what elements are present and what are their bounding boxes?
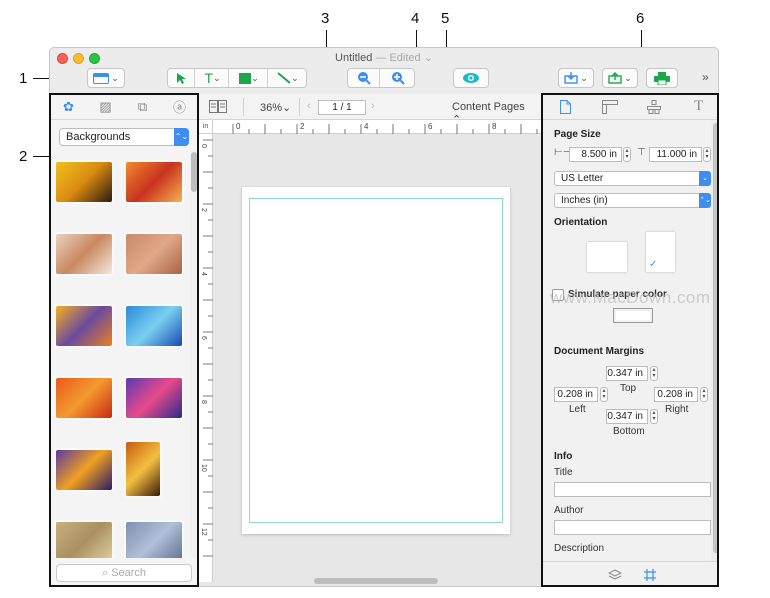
callout-1: 1 (19, 70, 28, 87)
ruler-label: 0 (200, 144, 207, 148)
arrow-pointer-icon (176, 73, 186, 84)
callout-4: 4 (411, 10, 420, 27)
ruler-label: 8 (492, 122, 497, 131)
canvas-area: 36%⌄ ‹ 1 / 1 › Content Pages ⌃⌄ in 0 2 4 6 8… (199, 94, 554, 586)
chevron-down-icon: ⌄ (213, 72, 221, 83)
callout-6: 6 (636, 10, 645, 27)
ruler-unit: in (199, 120, 213, 134)
chevron-right-icon: › (371, 100, 375, 112)
ruler-label: 12 (200, 528, 207, 536)
sidebar-layout-icon (93, 72, 110, 84)
print-button[interactable] (646, 68, 678, 88)
document-page[interactable] (242, 187, 510, 534)
ruler-label: 6 (200, 336, 207, 340)
edited-status[interactable]: — Edited ⌄ (375, 52, 433, 64)
chevron-down-icon: ⌄ (580, 72, 588, 83)
text-tool-icon: T (204, 70, 214, 86)
toolbar-overflow-button[interactable]: » (702, 70, 709, 84)
title-bar: Untitled — Edited ⌄ (50, 48, 718, 68)
book-pages-icon (209, 100, 227, 113)
previous-page-button[interactable]: ‹ (307, 100, 311, 112)
line-tool-button[interactable]: ⌄ (270, 69, 306, 87)
ruler-label: 6 (428, 122, 433, 131)
page-layout-toggle[interactable] (209, 100, 227, 113)
text-tool-button[interactable]: T ⌄ (197, 69, 230, 87)
chevron-left-icon: ‹ (307, 100, 311, 112)
zoom-segmented-control (347, 68, 415, 88)
next-page-button[interactable]: › (371, 100, 375, 112)
canvas-toolbar: 36%⌄ ‹ 1 / 1 › Content Pages ⌃⌄ (199, 94, 541, 126)
tools-segmented-control: T ⌄ ⌄ ⌄ (167, 68, 307, 88)
view-menu-button[interactable]: ⌄ (87, 68, 125, 88)
screenshot-stage: 1 2 3 4 5 6 Untitled — Edited ⌄ ⌄ T ⌄ ⌄ … (0, 0, 770, 598)
horizontal-ruler[interactable]: 0 2 4 6 8 (213, 120, 554, 134)
zoom-in-button[interactable] (382, 69, 414, 87)
divider (299, 98, 300, 116)
vertical-ruler[interactable]: 0 2 4 6 8 10 12 (199, 134, 213, 582)
preview-button[interactable] (453, 68, 489, 88)
minimize-window-button[interactable] (73, 53, 84, 64)
callout-2: 2 (19, 148, 28, 165)
ruler-label: 10 (200, 464, 207, 472)
window-title: Untitled (335, 52, 373, 64)
line-icon (277, 72, 291, 84)
chevron-down-icon: ⌄ (291, 72, 299, 83)
ruler-label: 4 (200, 272, 207, 276)
callout-2-line (33, 156, 49, 157)
chevron-down-icon: ⌄ (111, 72, 119, 83)
page-margin-guide (249, 198, 503, 523)
export-icon (608, 72, 622, 84)
ruler-label: 4 (364, 122, 369, 131)
canvas-horizontal-scrollbar[interactable] (314, 578, 438, 584)
chevron-down-icon: ⌄ (251, 72, 259, 83)
zoom-level-menu[interactable]: 36%⌄ (260, 101, 291, 114)
zoom-out-button[interactable] (348, 69, 381, 87)
highlight-library-panel (49, 93, 199, 587)
zoom-in-icon (392, 72, 405, 85)
shape-tool-button[interactable]: ⌄ (231, 69, 268, 87)
main-toolbar: ⌄ T ⌄ ⌄ ⌄ ⌄ ⌄ » (50, 68, 718, 92)
horizontal-ruler-ticks: 0 2 4 6 8 (232, 122, 554, 134)
vertical-ruler-ticks: 0 2 4 6 8 10 12 (200, 139, 213, 557)
divider (243, 98, 244, 116)
page-number-field[interactable]: 1 / 1 (318, 100, 366, 115)
zoom-window-button[interactable] (89, 53, 100, 64)
watermark: www.MacDown.com (550, 288, 711, 307)
zoom-out-icon (357, 72, 371, 85)
close-window-button[interactable] (57, 53, 68, 64)
ruler-label: 2 (200, 208, 207, 212)
export-button[interactable]: ⌄ (602, 68, 638, 88)
ruler-label: 8 (200, 400, 207, 404)
highlight-inspector-panel (541, 93, 719, 587)
callout-3: 3 (321, 10, 330, 27)
rectangle-icon (239, 72, 252, 84)
select-tool-button[interactable] (168, 69, 195, 87)
import-button[interactable]: ⌄ (558, 68, 594, 88)
chevron-down-icon: ⌄ (624, 72, 632, 83)
eye-icon (463, 73, 479, 83)
callout-5: 5 (441, 10, 450, 27)
ruler-label: 2 (300, 122, 305, 131)
ruler-label: 0 (236, 122, 241, 131)
printer-icon (654, 71, 670, 85)
import-icon (564, 72, 578, 84)
